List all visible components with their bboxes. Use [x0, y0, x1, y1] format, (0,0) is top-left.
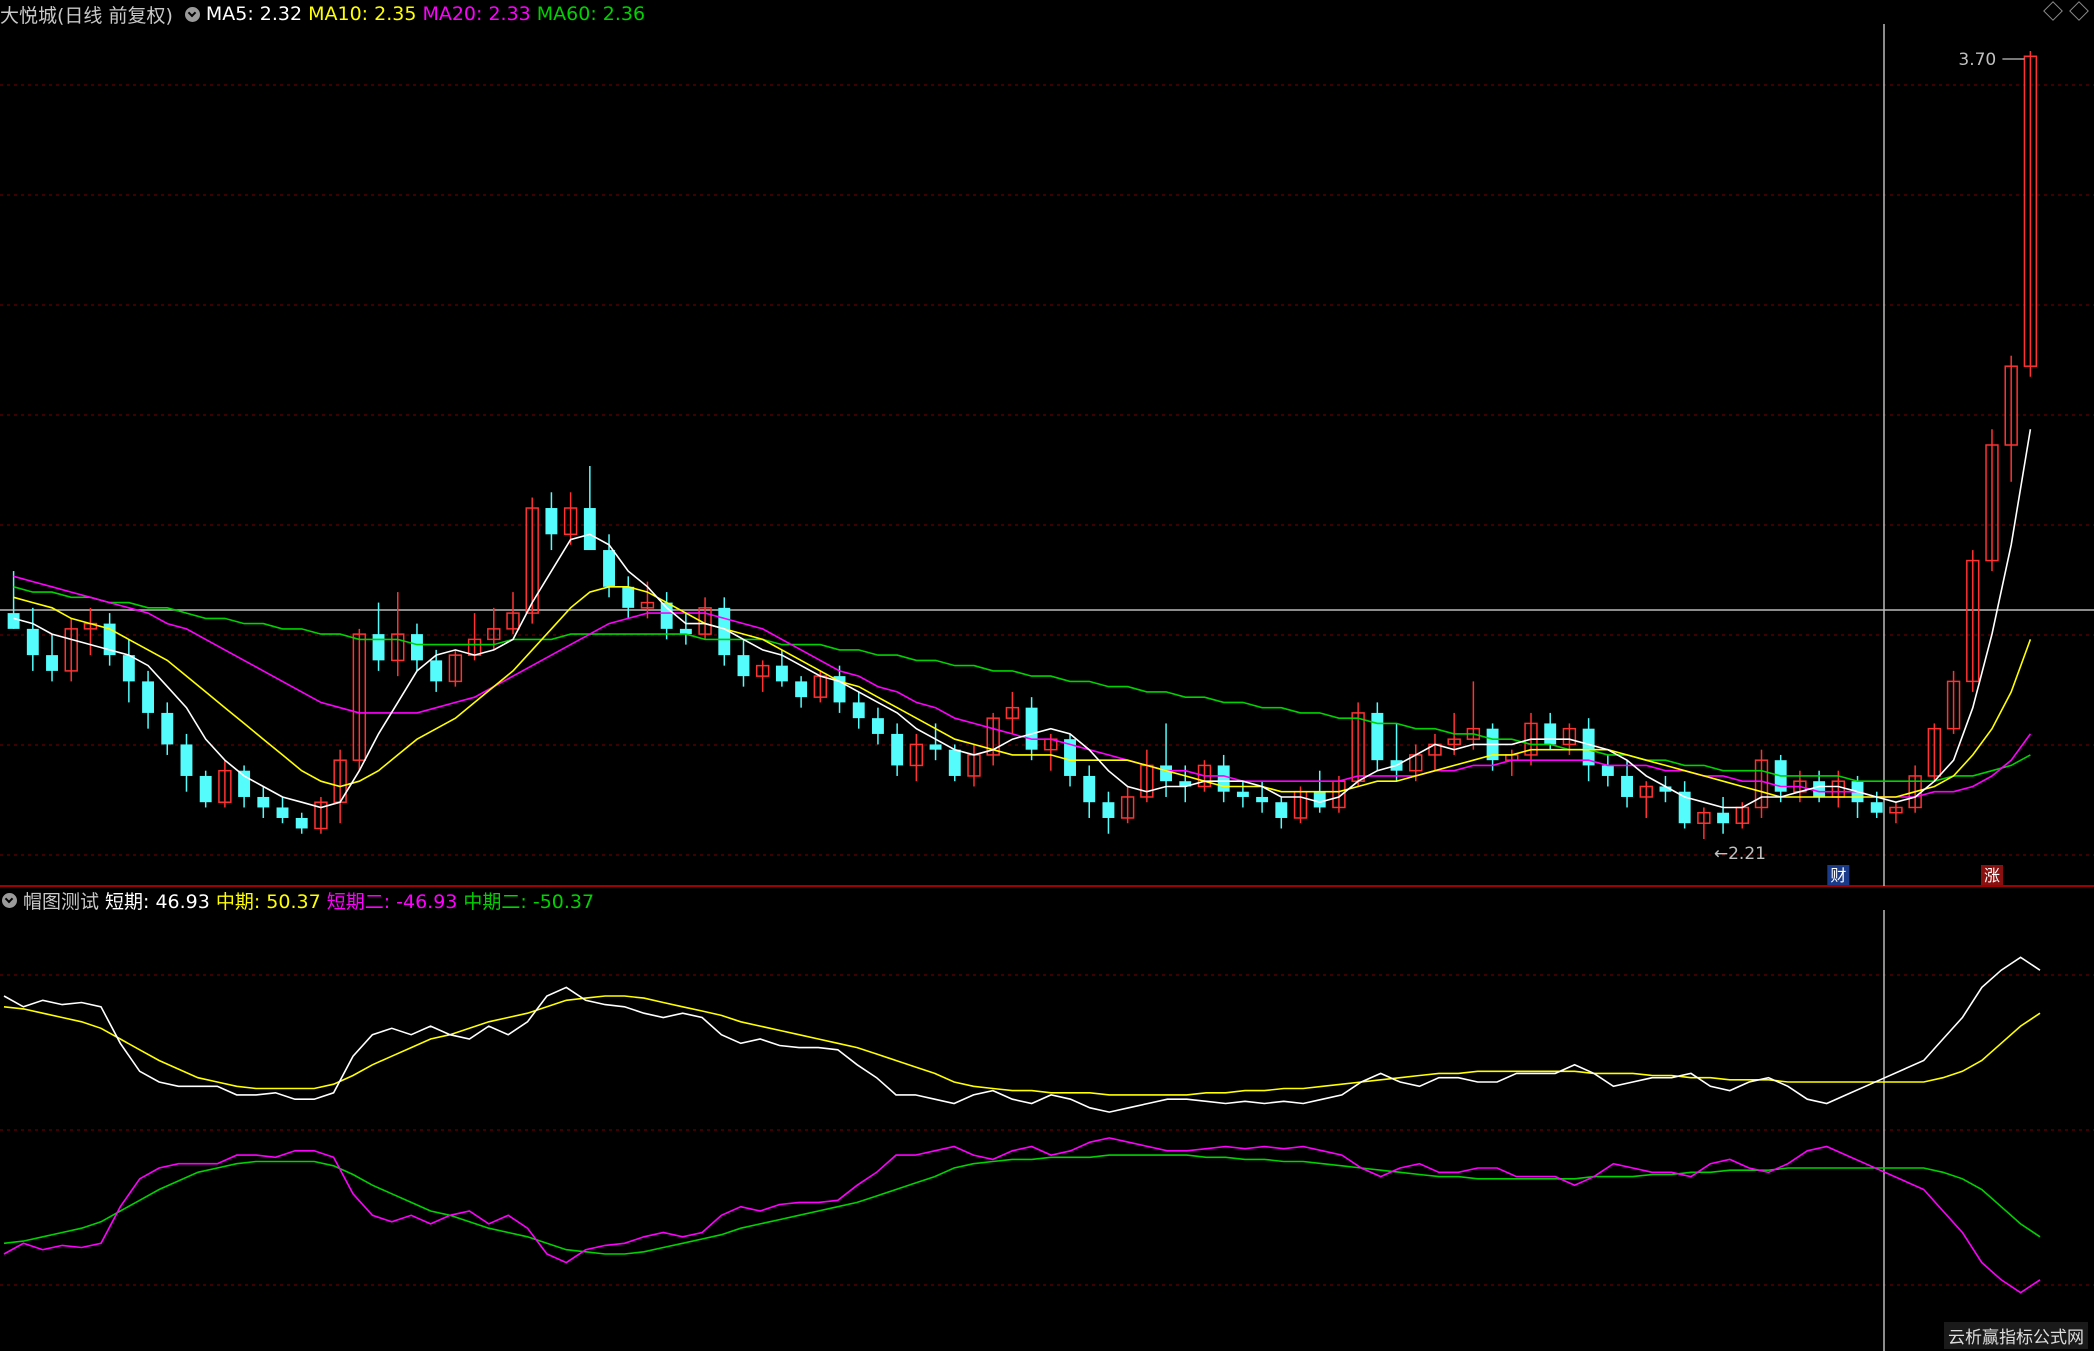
ma10-label: MA10: 2.35	[308, 3, 417, 25]
candle-body-down	[795, 681, 808, 698]
low-price-label: ←2.21	[1714, 844, 1766, 864]
candle-body-down	[660, 602, 673, 629]
candle-body-down	[161, 712, 174, 745]
candle-body-down	[1275, 802, 1288, 818]
candle-body-down	[1256, 796, 1269, 803]
candle-body-down	[1813, 781, 1826, 797]
candle-body-down	[1621, 775, 1633, 797]
candle-body-down	[871, 718, 884, 734]
candle-body-down	[1717, 812, 1730, 824]
dropdown-circle-icon[interactable]	[184, 6, 200, 22]
short-term2-label: 短期二: -46.93	[326, 890, 458, 913]
ma5-label: MA5: 2.32	[205, 3, 303, 25]
candle-body-down	[122, 655, 135, 682]
ma20-label: MA20: 2.33	[422, 3, 531, 25]
candle-body-down	[430, 660, 443, 682]
stock-chart[interactable]: 3.70 ←2.21 财 涨	[0, 0, 2094, 1351]
candle-body-down	[948, 749, 961, 776]
marker-cai: 财	[1830, 866, 1846, 885]
candle-body-down	[295, 817, 308, 829]
candle-body-down	[737, 655, 750, 677]
candle-body-down	[257, 796, 270, 808]
candle-body-down	[1601, 765, 1614, 776]
candle-body-down	[238, 770, 251, 797]
ma5-line	[13, 429, 2032, 809]
candle-body-down	[1025, 707, 1038, 750]
ma60-line	[13, 586, 2031, 783]
candle-body-down	[46, 655, 58, 671]
candle-body-down	[1870, 802, 1883, 813]
candle-body-down	[1236, 791, 1249, 797]
candle-body-down	[1102, 802, 1115, 818]
candle-body-down	[545, 508, 558, 535]
ma60-label: MA60: 2.36	[536, 3, 646, 25]
indicator-dropdown-icon[interactable]	[2, 892, 17, 908]
marker-zhang: 涨	[1984, 866, 2000, 885]
candle-body-down	[1371, 712, 1384, 761]
candle-body-down	[622, 586, 635, 608]
candle-body-down	[7, 613, 20, 629]
candle-body-down	[142, 681, 155, 713]
candle-body-down	[852, 702, 865, 719]
candle-body-down	[1313, 791, 1326, 808]
mid-term2-label: 中期二: -50.37	[463, 890, 595, 913]
indicator-panel-header: 帽图测试 短期: 46.93 中期: 50.37 短期二: -46.93 中期二…	[0, 886, 600, 914]
candle-body-down	[180, 744, 193, 776]
candle-body-down	[199, 775, 212, 803]
short-term-label: 短期: 46.93	[105, 890, 210, 913]
candle-body-down	[1217, 765, 1230, 792]
candle-body-down	[372, 634, 385, 661]
mid-term-line	[3, 995, 2041, 1096]
candle-body-down	[411, 634, 423, 661]
high-price-label: 3.70	[1958, 50, 1996, 70]
mid-term2-line	[3, 1154, 2041, 1255]
candle-body-down	[929, 744, 942, 750]
candle-body-down	[1544, 723, 1557, 745]
candle-body-down	[1160, 765, 1173, 782]
candle-body-down	[26, 628, 39, 656]
candle-body-down	[583, 508, 596, 551]
candle-body-down	[276, 807, 289, 818]
main-panel-header: 大悦城(日线 前复权) MA5: 2.32 MA10: 2.35 MA20: 2…	[0, 0, 651, 28]
watermark: 云析赢指标公式网	[1944, 1322, 2088, 1349]
stock-title[interactable]: 大悦城(日线 前复权)	[0, 1, 173, 28]
candle-body-down	[603, 550, 615, 587]
candle-body-down	[1083, 775, 1096, 803]
candle-body-down	[775, 665, 788, 682]
mid-term-label: 中期: 50.37	[215, 890, 321, 913]
candle-body-down	[891, 733, 904, 766]
ma10-line	[13, 585, 2032, 798]
indicator-name[interactable]: 帽图测试	[23, 887, 99, 914]
